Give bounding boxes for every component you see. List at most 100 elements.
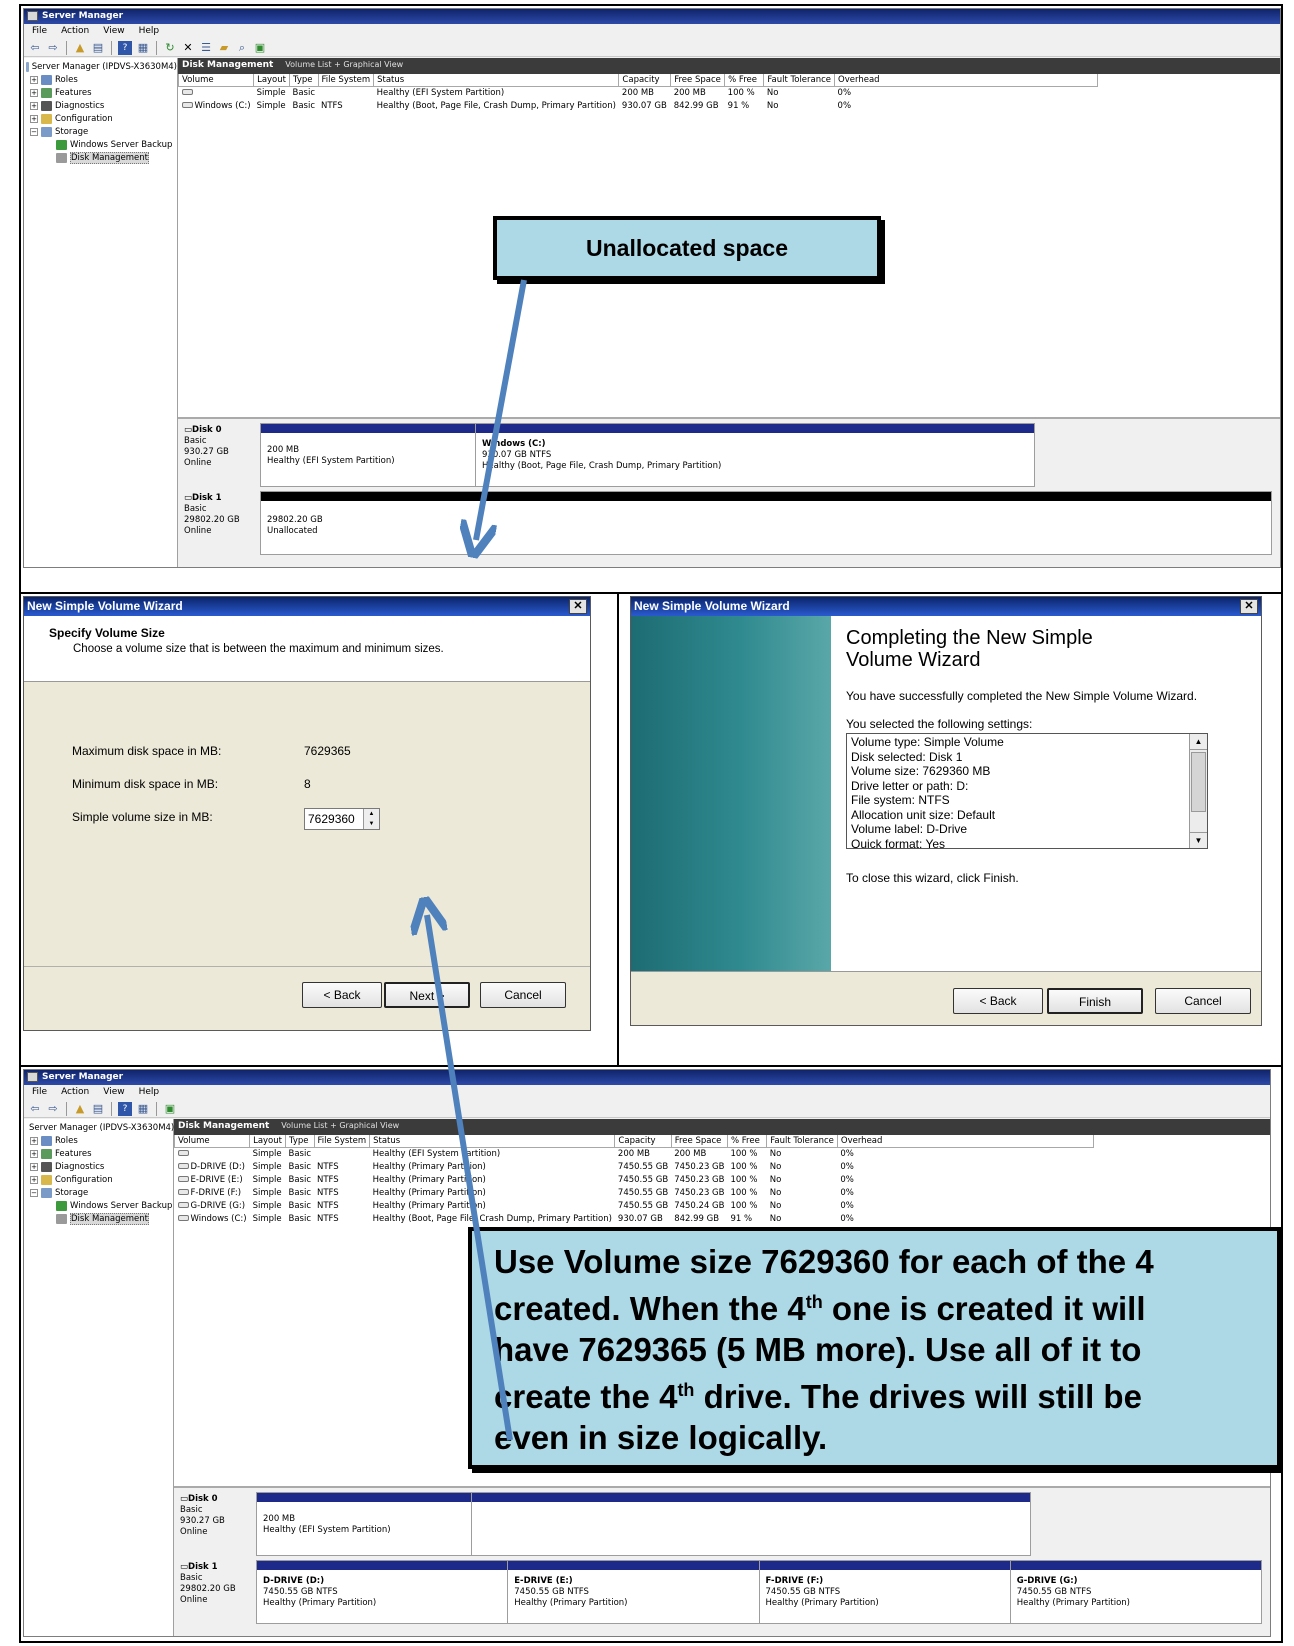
tree-item-windows-server-backup[interactable]: Windows Server Backup — [26, 138, 177, 151]
settings-list[interactable]: Volume type: Simple Volume Disk selected… — [846, 733, 1208, 849]
e-drive-partition[interactable]: E-DRIVE (E:) 7450.55 GB NTFS Healthy (Prim… — [508, 1561, 760, 1623]
efi-partition[interactable]: 200 MB Healthy (EFI System Partition) — [257, 1493, 472, 1555]
table-row[interactable]: Simple Basic Healthy (EFI System Partiti… — [179, 86, 1098, 99]
scrollbar[interactable]: ▲ ▼ — [1189, 734, 1207, 848]
tree-item-storage[interactable]: − Storage — [26, 1186, 173, 1199]
col-percent-free[interactable]: % Free — [724, 74, 765, 87]
menu-file[interactable]: File — [32, 26, 47, 39]
menu-help[interactable]: Help — [139, 26, 160, 39]
table-row[interactable]: Windows (C:) Simple Basic NTFS Healthy (Boot… — [175, 1212, 1094, 1225]
col-overhead[interactable]: Overhead — [836, 1135, 1095, 1148]
table-row[interactable]: Windows (C:) Simple Basic NTFS Healthy (… — [179, 99, 1098, 112]
up-folder-icon[interactable]: ▲ — [73, 1102, 87, 1116]
spin-arrows-icon[interactable]: ▲ ▼ — [363, 809, 379, 829]
col-fault-tolerance[interactable]: Fault Tolerance — [766, 1135, 838, 1148]
tree-item-diagnostics[interactable]: + Diagnostics — [26, 1160, 173, 1173]
disk-1-info[interactable]: ▭Disk 1 Basic 29802.20 GB Online — [180, 491, 260, 555]
table-row[interactable]: Simple Basic Healthy (EFI System Partition… — [175, 1147, 1094, 1160]
col-capacity[interactable]: Capacity — [618, 74, 672, 87]
show-hide-tree-icon[interactable]: ▤ — [91, 41, 105, 55]
menu-help[interactable]: Help — [139, 1087, 160, 1100]
scroll-down-icon[interactable]: ▼ — [1190, 832, 1207, 848]
col-layout[interactable]: Layout — [253, 74, 290, 87]
help-icon[interactable]: ? — [118, 40, 132, 55]
collapse-icon[interactable]: − — [30, 1188, 38, 1197]
finish-button[interactable]: Finish — [1047, 988, 1143, 1014]
tree-item-roles[interactable]: + Roles — [26, 73, 177, 86]
volume-size-input[interactable]: 7629360 — [308, 812, 355, 826]
scroll-thumb[interactable] — [1191, 752, 1206, 812]
col-file-system[interactable]: File System — [317, 74, 375, 87]
back-button[interactable]: < Back — [953, 988, 1043, 1014]
search-icon[interactable]: ⌕ — [235, 41, 249, 55]
menu-file[interactable]: File — [32, 1087, 47, 1100]
back-button[interactable]: < Back — [302, 982, 382, 1008]
expand-icon[interactable]: + — [30, 1162, 38, 1171]
back-arrow-icon[interactable]: ⇦ — [28, 41, 42, 55]
windows-c-partition[interactable]: Windows (C:) 930.07 GB NTFS Healthy (Boot,… — [476, 424, 1034, 486]
tree-item-disk-management[interactable]: Disk Management — [26, 1212, 173, 1225]
forward-arrow-icon[interactable]: ⇨ — [46, 1102, 60, 1116]
tree-item-roles[interactable]: + Roles — [26, 1134, 173, 1147]
g-drive-partition[interactable]: G-DRIVE (G:) 7450.55 GB NTFS Healthy (Prim… — [1010, 1561, 1261, 1623]
col-percent-free[interactable]: % Free — [726, 1135, 768, 1148]
properties-icon[interactable]: ▦ — [136, 41, 150, 55]
tree-item-windows-server-backup[interactable]: Windows Server Backup — [26, 1199, 173, 1212]
cancel-button[interactable]: Cancel — [480, 982, 566, 1008]
cancel-button[interactable]: Cancel — [1155, 988, 1251, 1014]
expand-icon[interactable]: + — [30, 88, 38, 97]
scroll-up-icon[interactable]: ▲ — [1190, 734, 1207, 750]
table-row[interactable]: D-DRIVE (D:) Simple Basic NTFS Healthy (Prim… — [175, 1160, 1094, 1173]
menu-action[interactable]: Action — [61, 26, 89, 39]
expand-icon[interactable]: + — [30, 1136, 38, 1145]
disk-0-info[interactable]: ▭Disk 0 Basic 930.27 GB Online — [176, 1492, 256, 1556]
col-free-space[interactable]: Free Space — [670, 74, 726, 87]
col-status[interactable]: Status — [369, 1135, 616, 1148]
close-icon[interactable]: ✕ — [1240, 599, 1258, 614]
up-folder-icon[interactable]: ▲ — [73, 41, 87, 55]
tree-item-diagnostics[interactable]: + Diagnostics — [26, 99, 177, 112]
col-overhead[interactable]: Overhead — [834, 74, 1098, 87]
disk-icon[interactable]: ▣ — [253, 41, 267, 55]
col-type[interactable]: Type — [284, 1135, 315, 1148]
collapse-icon[interactable]: − — [30, 127, 38, 136]
tree-item-server-manager[interactable]: Server Manager (IPDVS-X3630M4) — [26, 60, 177, 73]
tree-item-disk-management[interactable]: Disk Management — [26, 151, 177, 164]
table-row[interactable]: F-DRIVE (F:) Simple Basic NTFS Healthy (Prim… — [175, 1186, 1094, 1199]
disk-icon[interactable]: ▣ — [163, 1102, 177, 1116]
col-volume[interactable]: Volume — [173, 1135, 251, 1148]
properties-page-icon[interactable]: ☰ — [199, 41, 213, 55]
tree-item-storage[interactable]: − Storage — [26, 125, 177, 138]
col-status[interactable]: Status — [373, 74, 620, 87]
open-folder-icon[interactable]: ▰ — [217, 41, 231, 55]
col-type[interactable]: Type — [288, 74, 319, 87]
delete-icon[interactable]: ✕ — [181, 41, 195, 55]
back-arrow-icon[interactable]: ⇦ — [28, 1102, 42, 1116]
tree-item-features[interactable]: + Features — [26, 86, 177, 99]
next-button[interactable]: Next > — [384, 982, 470, 1008]
unallocated-partition[interactable]: 29802.20 GB Unallocated — [261, 492, 1271, 554]
tree-item-configuration[interactable]: + Configuration — [26, 1173, 173, 1186]
tree-item-server-manager[interactable]: Server Manager (IPDVS-X3630M4) — [26, 1121, 174, 1134]
disk-1-info[interactable]: ▭Disk 1 Basic 29802.20 GB Online — [176, 1560, 256, 1624]
forward-arrow-icon[interactable]: ⇨ — [46, 41, 60, 55]
table-row[interactable]: G-DRIVE (G:) Simple Basic NTFS Healthy (Prim… — [175, 1199, 1094, 1212]
menu-view[interactable]: View — [103, 26, 124, 39]
volume-size-stepper[interactable]: 7629360 ▲ ▼ — [304, 808, 380, 830]
d-drive-partition[interactable]: D-DRIVE (D:) 7450.55 GB NTFS Healthy (Prim… — [257, 1561, 509, 1623]
expand-icon[interactable]: + — [30, 1149, 38, 1158]
tree-item-configuration[interactable]: + Configuration — [26, 112, 177, 125]
expand-icon[interactable]: + — [30, 1175, 38, 1184]
show-hide-tree-icon[interactable]: ▤ — [91, 1102, 105, 1116]
disk-0-info[interactable]: ▭Disk 0 Basic 930.27 GB Online — [180, 423, 260, 487]
tree-item-features[interactable]: + Features — [26, 1147, 173, 1160]
windows-c-partition[interactable] — [472, 1493, 1030, 1555]
col-fault-tolerance[interactable]: Fault Tolerance — [763, 74, 836, 87]
help-icon[interactable]: ? — [118, 1101, 132, 1116]
col-layout[interactable]: Layout — [249, 1135, 286, 1148]
expand-icon[interactable]: + — [30, 75, 38, 84]
expand-icon[interactable]: + — [30, 114, 38, 123]
efi-partition[interactable]: 200 MB Healthy (EFI System Partition) — [261, 424, 476, 486]
refresh-icon[interactable]: ↻ — [163, 41, 177, 55]
col-file-system[interactable]: File System — [313, 1135, 371, 1148]
